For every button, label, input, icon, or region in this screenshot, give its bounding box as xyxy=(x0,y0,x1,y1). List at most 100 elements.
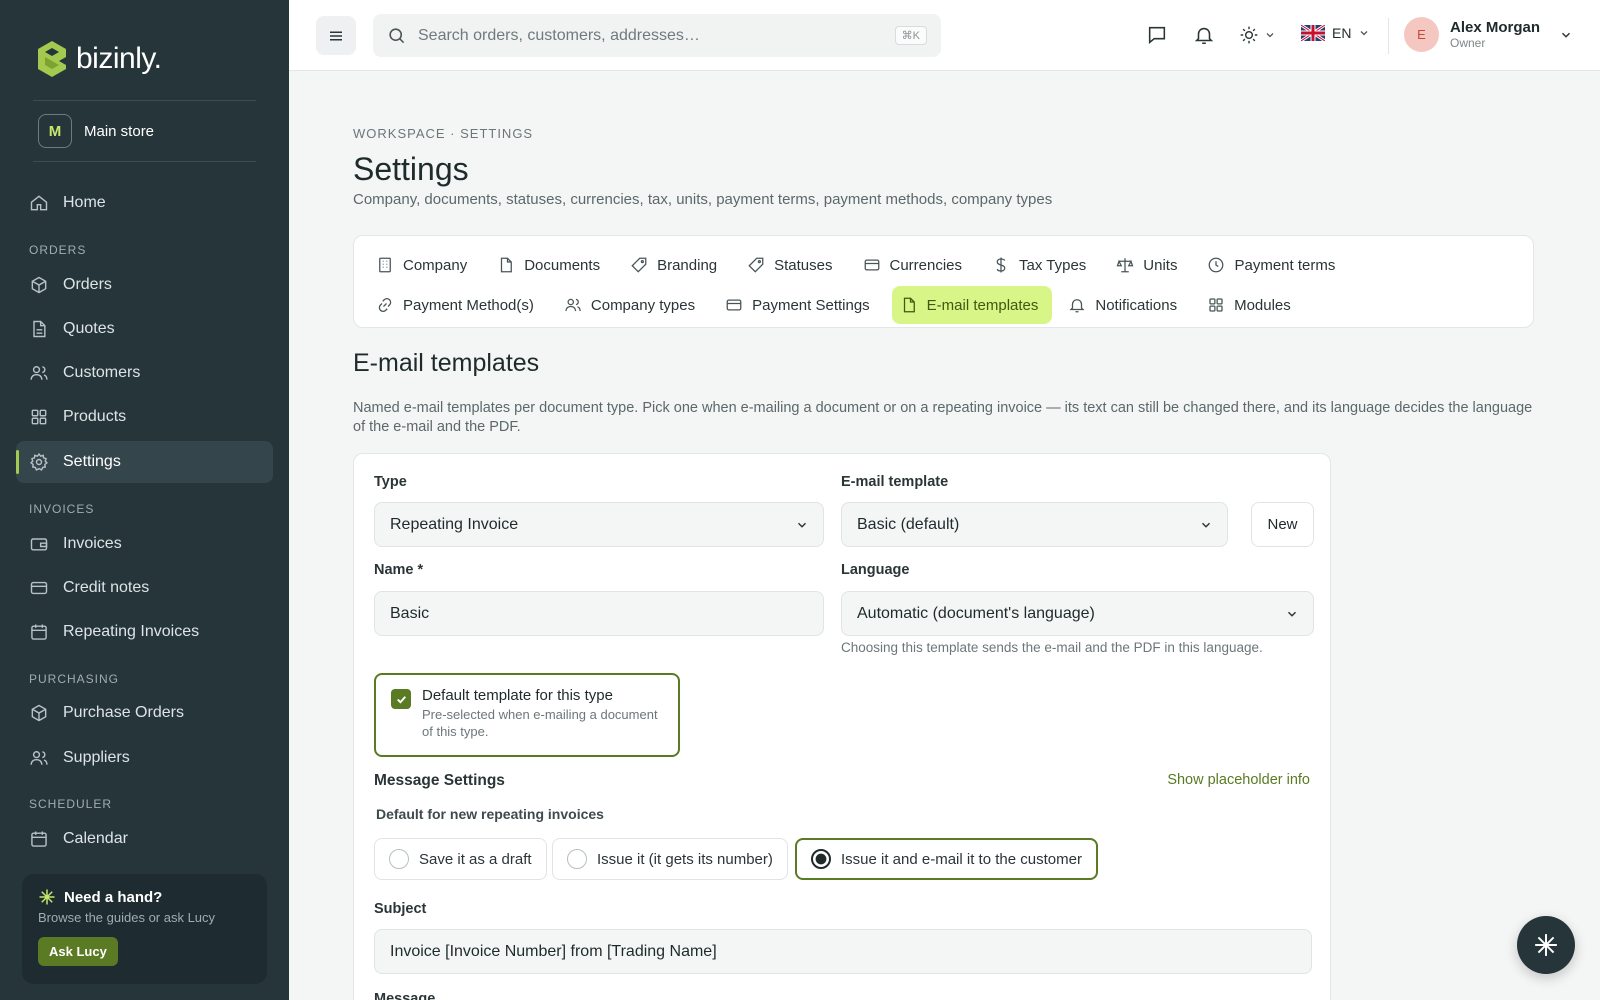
radio-issue-and-email[interactable]: Issue it and e-mail it to the customer xyxy=(795,838,1098,880)
tab-email-templates[interactable]: E-mail templates xyxy=(891,286,1053,324)
sidebar-item-customers[interactable]: Customers xyxy=(16,352,273,394)
tab-payment-settings[interactable]: Payment Settings xyxy=(717,286,884,324)
users-icon xyxy=(565,298,581,312)
sidebar-item-invoices[interactable]: Invoices xyxy=(16,523,273,565)
brand-logo[interactable]: bizinly. xyxy=(36,40,162,78)
divider xyxy=(33,100,256,101)
grid-icon xyxy=(31,409,47,425)
sidebar-item-label: Orders xyxy=(63,276,112,293)
dollar-icon xyxy=(996,257,1006,273)
chevron-down-icon xyxy=(1266,33,1274,38)
tab-notifications[interactable]: Notifications xyxy=(1060,286,1191,324)
messages-button[interactable] xyxy=(1146,24,1168,46)
user-name: Alex Morgan xyxy=(1450,19,1541,36)
sidebar-item-products[interactable]: Products xyxy=(16,396,273,438)
new-template-button[interactable]: New xyxy=(1251,502,1314,547)
tag-icon xyxy=(631,257,647,273)
tab-documents[interactable]: Documents xyxy=(489,246,614,284)
email-template-form: Type Repeating Invoice E-mail template B… xyxy=(353,453,1331,1000)
tab-label: Payment Settings xyxy=(752,296,870,314)
default-template-option[interactable]: Default template for this type Pre-selec… xyxy=(374,673,680,757)
default-action-label: Default for new repeating invoices xyxy=(376,806,604,822)
type-select[interactable]: Repeating Invoice xyxy=(374,502,824,547)
document-icon xyxy=(903,297,915,313)
uk-flag-icon xyxy=(1301,25,1325,41)
template-select[interactable]: Basic (default) xyxy=(841,502,1228,547)
radio-save-draft[interactable]: Save it as a draft xyxy=(374,838,547,880)
sidebar-item-purchase-orders[interactable]: Purchase Orders xyxy=(16,692,273,734)
tab-units[interactable]: Units xyxy=(1108,246,1191,284)
card-icon xyxy=(30,581,48,595)
subject-value: Invoice [Invoice Number] from [Trading N… xyxy=(390,942,717,960)
sidebar-item-calendar[interactable]: Calendar xyxy=(16,818,273,860)
theme-toggle[interactable] xyxy=(1239,25,1276,45)
sidebar-item-label: Calendar xyxy=(63,830,128,847)
search-input[interactable] xyxy=(418,26,878,45)
sparkle-icon xyxy=(39,889,55,905)
store-label: Main store xyxy=(84,122,155,140)
nav-section-orders: ORDERS xyxy=(29,243,87,257)
chevron-down-icon xyxy=(797,522,807,528)
default-template-title: Default template for this type xyxy=(422,687,613,704)
tab-payment-methods[interactable]: Payment Method(s) xyxy=(368,286,548,324)
settings-tabs: Company Documents Branding Statuses Curr… xyxy=(353,235,1534,328)
default-template-subtitle: Pre-selected when e-mailing a document o… xyxy=(422,707,658,739)
menu-toggle-button[interactable] xyxy=(316,16,356,55)
sidebar-item-suppliers[interactable]: Suppliers xyxy=(16,737,273,779)
radio-label: Issue it (it gets its number) xyxy=(597,850,773,868)
tab-company[interactable]: Company xyxy=(368,246,481,284)
tab-statuses[interactable]: Statuses xyxy=(739,246,846,284)
help-card: Need a hand? Browse the guides or ask Lu… xyxy=(22,874,267,984)
sidebar-item-home[interactable]: Home xyxy=(16,182,273,224)
box-icon xyxy=(31,276,47,294)
sun-icon xyxy=(1240,26,1258,44)
home-icon xyxy=(30,195,48,211)
user-menu[interactable]: E Alex Morgan Owner xyxy=(1404,17,1573,52)
language-hint: Choosing this template sends the e-mail … xyxy=(841,640,1263,655)
store-switcher[interactable]: M Main store xyxy=(38,114,154,148)
sidebar-item-label: Credit notes xyxy=(63,579,150,596)
type-label: Type xyxy=(374,474,407,490)
gear-icon xyxy=(30,452,48,471)
divider xyxy=(33,161,256,162)
language-value: Automatic (document's language) xyxy=(857,604,1095,622)
template-label: E-mail template xyxy=(841,474,949,490)
tab-tax-types[interactable]: Tax Types xyxy=(984,246,1100,284)
tab-payment-terms[interactable]: Payment terms xyxy=(1199,246,1349,284)
notifications-button[interactable] xyxy=(1193,24,1215,46)
sidebar-item-label: Products xyxy=(63,408,127,425)
search-icon xyxy=(389,28,405,44)
subject-input[interactable]: Invoice [Invoice Number] from [Trading N… xyxy=(374,929,1312,974)
name-input[interactable]: Basic xyxy=(374,591,824,636)
radio-issue[interactable]: Issue it (it gets its number) xyxy=(552,838,788,880)
sidebar-item-credit-notes[interactable]: Credit notes xyxy=(16,567,273,609)
topbar: ⌘K EN E Alex Morgan Owner xyxy=(289,0,1600,71)
ask-lucy-button[interactable]: Ask Lucy xyxy=(38,937,118,966)
sidebar-item-label: Quotes xyxy=(63,320,115,337)
wallet-icon xyxy=(30,538,48,551)
message-settings-title: Message Settings xyxy=(374,772,505,789)
subject-label: Subject xyxy=(374,901,427,917)
assistant-fab-button[interactable] xyxy=(1517,916,1575,974)
help-title: Need a hand? xyxy=(64,888,163,906)
search-bar: ⌘K xyxy=(373,14,941,57)
sidebar-item-repeating-invoices[interactable]: Repeating Invoices xyxy=(16,611,273,653)
sparkle-icon xyxy=(1535,934,1557,956)
page-title: Settings xyxy=(353,151,469,187)
sidebar-item-orders[interactable]: Orders xyxy=(16,264,273,306)
tab-currencies[interactable]: Currencies xyxy=(855,246,977,284)
show-placeholder-info-link[interactable]: Show placeholder info xyxy=(1167,772,1310,788)
tab-company-types[interactable]: Company types xyxy=(556,286,709,324)
sidebar-item-quotes[interactable]: Quotes xyxy=(16,308,273,350)
default-template-checkbox[interactable] xyxy=(391,689,411,709)
sidebar-item-settings[interactable]: Settings xyxy=(16,441,273,483)
tab-branding[interactable]: Branding xyxy=(622,246,731,284)
document-icon xyxy=(501,257,513,273)
language-label: EN xyxy=(1332,25,1352,41)
bell-icon xyxy=(1069,299,1085,313)
tab-modules[interactable]: Modules xyxy=(1199,286,1305,324)
language-switcher[interactable]: EN xyxy=(1301,25,1370,41)
divider xyxy=(1388,18,1389,54)
bell-icon xyxy=(1194,27,1214,45)
language-select[interactable]: Automatic (document's language) xyxy=(841,591,1314,636)
